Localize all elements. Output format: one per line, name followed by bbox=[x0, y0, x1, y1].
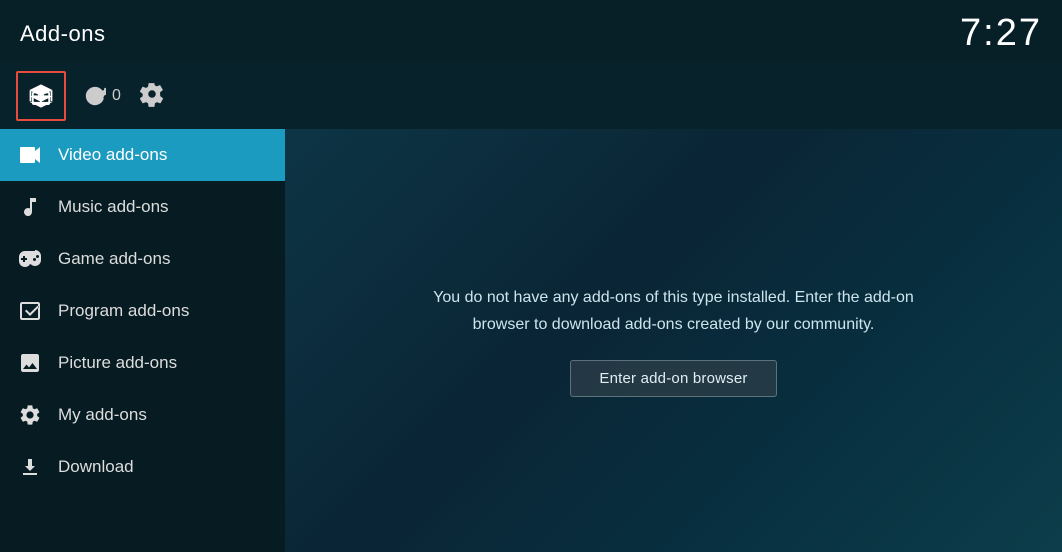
video-icon bbox=[18, 143, 42, 167]
enter-addon-browser-button[interactable]: Enter add-on browser bbox=[570, 360, 776, 397]
refresh-count: 0 bbox=[112, 87, 121, 105]
page-title: Add-ons bbox=[20, 21, 105, 47]
settings-icon bbox=[139, 81, 165, 107]
sidebar-label-program-addons: Program add-ons bbox=[58, 301, 189, 321]
sidebar-item-picture-addons[interactable]: Picture add-ons bbox=[0, 337, 285, 389]
myaddon-icon bbox=[18, 403, 42, 427]
sidebar-item-download[interactable]: Download bbox=[0, 441, 285, 493]
addon-box-icon bbox=[27, 82, 55, 110]
sidebar-label-music-addons: Music add-ons bbox=[58, 197, 169, 217]
sidebar-item-music-addons[interactable]: Music add-ons bbox=[0, 181, 285, 233]
sidebar-item-my-addons[interactable]: My add-ons bbox=[0, 389, 285, 441]
sidebar-label-my-addons: My add-ons bbox=[58, 405, 147, 425]
settings-button[interactable] bbox=[139, 81, 165, 112]
sidebar-item-game-addons[interactable]: Game add-ons bbox=[0, 233, 285, 285]
picture-icon bbox=[18, 351, 42, 375]
download-icon bbox=[18, 455, 42, 479]
game-icon bbox=[18, 247, 42, 271]
sidebar-label-download: Download bbox=[58, 457, 134, 477]
program-icon bbox=[18, 299, 42, 323]
sidebar-label-game-addons: Game add-ons bbox=[58, 249, 170, 269]
music-icon bbox=[18, 195, 42, 219]
refresh-icon bbox=[84, 85, 106, 107]
toolbar: 0 bbox=[0, 63, 1062, 129]
sidebar-item-video-addons[interactable]: Video add-ons bbox=[0, 129, 285, 181]
sidebar-item-program-addons[interactable]: Program add-ons bbox=[0, 285, 285, 337]
content-area: You do not have any add-ons of this type… bbox=[285, 129, 1062, 552]
sidebar-label-picture-addons: Picture add-ons bbox=[58, 353, 177, 373]
no-addons-message: You do not have any add-ons of this type… bbox=[424, 284, 924, 338]
addon-box-button[interactable] bbox=[16, 71, 66, 121]
refresh-button[interactable]: 0 bbox=[84, 85, 121, 107]
sidebar: Video add-ons Music add-ons Game add-ons… bbox=[0, 129, 285, 552]
header: Add-ons 7:27 bbox=[0, 0, 1062, 63]
main-layout: Video add-ons Music add-ons Game add-ons… bbox=[0, 129, 1062, 552]
sidebar-label-video-addons: Video add-ons bbox=[58, 145, 167, 165]
clock: 7:27 bbox=[960, 12, 1042, 55]
